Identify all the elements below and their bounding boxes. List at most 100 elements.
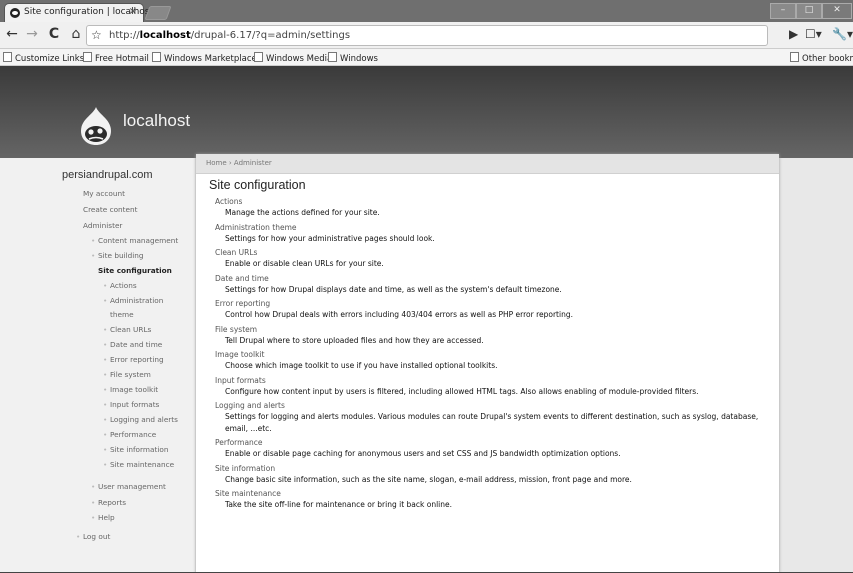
bookmark-windows[interactable]: Windows [328,52,378,64]
setting-actions: Actions Manage the actions defined for yo… [215,197,775,219]
bookmark-free-hotmail[interactable]: Free Hotmail [83,52,149,64]
page-title: Site configuration [209,178,306,192]
sidebar-item-administration-theme[interactable]: Administration [103,296,163,306]
title-bar: Site configuration | localhost × – □ ✕ [0,0,853,23]
setting-description: Settings for logging and alerts modules.… [225,412,759,433]
right-gutter [779,158,853,573]
sidebar-item-clean-urls[interactable]: Clean URLs [103,325,151,335]
setting-description: Settings for how your administrative pag… [225,233,435,243]
setting-description: Enable or disable page caching for anony… [225,449,621,458]
page-icon [328,52,337,62]
setting-link[interactable]: Site information [215,464,775,474]
setting-description: Control how Drupal deals with errors inc… [225,310,573,319]
setting-link[interactable]: Input formats [215,376,775,386]
sidebar-item-error-reporting[interactable]: Error reporting [103,355,164,365]
setting-link[interactable]: Error reporting [215,299,775,309]
setting-description: Tell Drupal where to store uploaded file… [225,335,484,345]
setting-link[interactable]: Site maintenance [215,489,775,499]
bookmark-star-icon[interactable]: ☆ [91,26,102,45]
sidebar-item-date-and-time[interactable]: Date and time [103,340,162,350]
setting-error-reporting: Error reporting Control how Drupal deals … [215,299,775,321]
settings-list: Actions Manage the actions defined for yo… [215,197,775,515]
sidebar-item-content-management[interactable]: Content management [91,236,178,246]
sidebar-item-site-maintenance[interactable]: Site maintenance [103,460,174,470]
sidebar-item-site-building[interactable]: Site building [91,251,143,261]
breadcrumb-links[interactable]: Home › Administer [206,159,272,167]
setting-file-system: File system Tell Drupal where to store up… [215,325,775,347]
forward-button[interactable]: → [24,26,40,42]
web-page: localhost Home › Administer Site configu… [0,66,853,573]
browser-tab[interactable]: Site configuration | localhost × [4,3,153,23]
sidebar-item-file-system[interactable]: File system [103,370,151,380]
drupal-logo-icon[interactable] [77,105,115,147]
bookmark-windows-marketplace[interactable]: Windows Marketplace [152,52,257,64]
sidebar-title: persiandrupal.com [62,169,153,181]
sidebar-item-help[interactable]: Help [91,513,114,523]
browser-window: Site configuration | localhost × – □ ✕ ←… [0,0,853,573]
setting-link[interactable]: Performance [215,438,775,448]
page-icon [83,52,92,62]
reload-button[interactable]: C [46,26,62,42]
sidebar-item-actions[interactable]: Actions [103,281,137,291]
setting-description: Choose which image toolkit to use if you… [225,361,498,370]
close-window-button[interactable]: ✕ [822,3,852,19]
site-header: localhost [0,66,853,158]
setting-description: Enable or disable clean URLs for your si… [225,259,384,268]
sidebar-item-reports[interactable]: Reports [91,498,126,508]
page-icon [3,52,12,62]
setting-site-information: Site information Change basic site inform… [215,464,775,486]
setting-link[interactable]: Actions [215,197,775,207]
sidebar-item-site-configuration[interactable]: Site configuration [98,266,172,276]
sidebar-item-administer[interactable]: Administer [83,221,122,231]
close-tab-icon[interactable]: × [129,6,137,17]
bookmark-customize-links[interactable]: Customize Links [3,52,84,64]
bookmarks-bar: Customize Links Free Hotmail Windows Mar… [0,49,853,66]
folder-icon [790,52,799,62]
sidebar-item-logging-and-alerts[interactable]: Logging and alerts [103,415,178,425]
main-content: Home › Administer Site configuration Act… [196,154,779,573]
setting-link[interactable]: Logging and alerts [215,401,775,411]
setting-description: Configure how content input by users is … [225,386,699,396]
breadcrumb: Home › Administer [196,154,779,174]
minimize-button[interactable]: – [770,3,796,19]
new-tab-button[interactable] [144,6,172,20]
setting-date-and-time: Date and time Settings for how Drupal dis… [215,274,775,296]
setting-description: Settings for how Drupal displays date an… [225,284,562,294]
address-bar[interactable]: ☆ http://localhost/drupal-6.17/?q=admin/… [86,25,768,46]
setting-logging-and-alerts: Logging and alerts Settings for logging a… [215,401,775,434]
setting-performance: Performance Enable or disable page cachin… [215,438,775,460]
setting-administration-theme: Administration theme Settings for how you… [215,223,775,245]
setting-image-toolkit: Image toolkit Choose which image toolkit … [215,350,775,372]
sidebar-item-performance[interactable]: Performance [103,430,156,440]
setting-link[interactable]: File system [215,325,775,335]
site-name-link[interactable]: localhost [123,111,190,131]
sidebar-item-log-out[interactable]: Log out [76,532,110,542]
sidebar-item-create-content[interactable]: Create content [83,205,138,215]
home-button[interactable]: ⌂ [68,26,84,42]
sidebar-item-administration-theme-cont[interactable]: theme [110,310,134,320]
setting-description: Manage the actions defined for your site… [225,208,380,217]
back-button[interactable]: ← [4,26,20,42]
setting-clean-urls: Clean URLs Enable or disable clean URLs f… [215,248,775,270]
sidebar-item-user-management[interactable]: User management [91,482,166,492]
browser-toolbar: ← → C ⌂ ☆ http://localhost/drupal-6.17/?… [0,22,853,49]
document-menu-icon[interactable]: ☐▾ [805,27,822,41]
drupal-favicon-icon [10,8,20,18]
setting-link[interactable]: Image toolkit [215,350,775,360]
maximize-button[interactable]: □ [796,3,822,19]
sidebar-item-site-information[interactable]: Site information [103,445,169,455]
page-menu-icon[interactable]: ▶ [789,27,798,41]
setting-link[interactable]: Clean URLs [215,248,775,258]
setting-link[interactable]: Date and time [215,274,775,284]
setting-input-formats: Input formats Configure how content input… [215,376,775,398]
setting-link[interactable]: Administration theme [215,223,775,233]
url-text: http://localhost/drupal-6.17/?q=admin/se… [109,30,351,41]
bookmark-other[interactable]: Other bookmarks [790,52,853,64]
sidebar-item-input-formats[interactable]: Input formats [103,400,159,410]
sidebar-item-my-account[interactable]: My account [83,189,125,199]
bookmark-windows-media[interactable]: Windows Media [254,52,332,64]
wrench-menu-icon[interactable]: 🔧▾ [832,27,853,41]
sidebar-item-image-toolkit[interactable]: Image toolkit [103,385,158,395]
page-icon [254,52,263,62]
setting-description: Change basic site information, such as t… [225,474,632,484]
